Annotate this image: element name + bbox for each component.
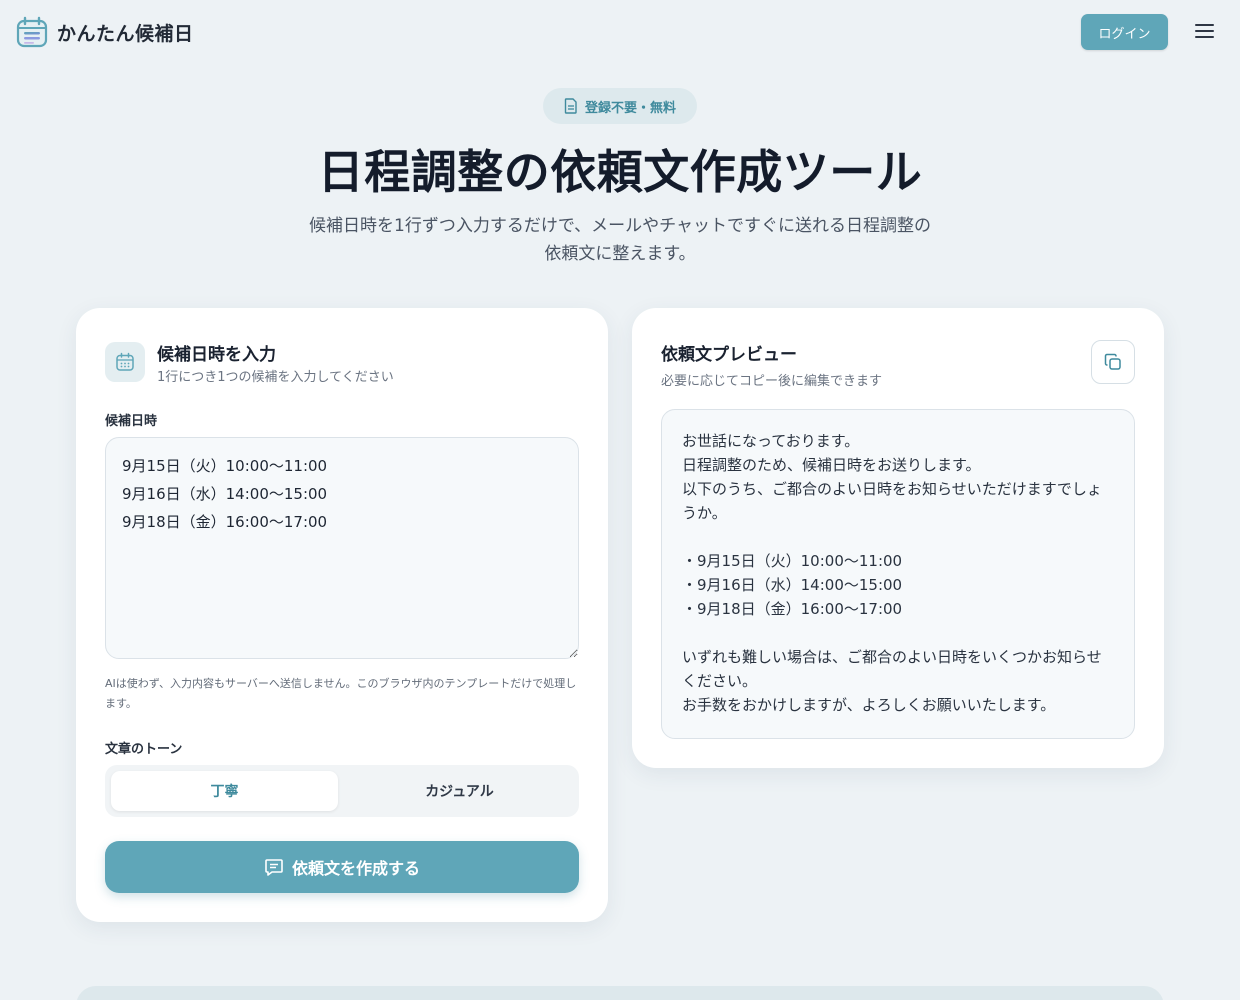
preview-line: 日程調整のため、候補日時をお送りします。 — [682, 456, 981, 474]
bottom-section — [76, 986, 1164, 1000]
privacy-note: AIは使わず、入力内容もサーバーへ送信しません。このブラウザ内のテンプレートだけ… — [105, 677, 577, 710]
header: かんたん候補日 ログイン — [0, 0, 1240, 64]
preview-card-title: 依頼文プレビュー — [661, 345, 797, 365]
preview-line: 以下のうち、ご都合のよい日時をお知らせいただけますでしょうか。 — [682, 480, 1102, 522]
preview-blank-line — [682, 525, 1114, 549]
copy-button[interactable] — [1091, 340, 1135, 384]
preview-line: ・9月15日（火）10:00〜11:00 — [682, 552, 903, 570]
calendar-icon — [16, 16, 48, 48]
tone-option-casual[interactable]: カジュアル — [346, 771, 573, 811]
preview-card: 依頼文プレビュー 必要に応じてコピー後に編集できます お世話になっております。 … — [632, 308, 1164, 768]
badge-label: 登録不要・無料 — [584, 100, 676, 116]
preview-line: ・9月18日（金）16:00〜17:00 — [682, 600, 903, 618]
preview-blank-line — [682, 621, 1114, 645]
message-preview: お世話になっております。 日程調整のため、候補日時をお送りします。 以下のうち、… — [661, 409, 1135, 739]
logo[interactable]: かんたん候補日 — [16, 16, 194, 48]
create-button-label: 依頼文を作成する — [291, 859, 420, 878]
tone-label: 文章のトーン — [105, 742, 183, 757]
candidate-field-label: 候補日時 — [105, 414, 158, 429]
preview-line: ・9月16日（水）14:00〜15:00 — [682, 576, 903, 594]
create-message-button[interactable]: 依頼文を作成する — [105, 841, 579, 893]
subtitle-line-1: 候補日時を1行ずつ入力するだけで、メールやチャットですぐに送れる日程調整の — [309, 216, 931, 236]
tone-toggle: 丁寧 カジュアル — [105, 765, 579, 817]
preview-card-subtitle: 必要に応じてコピー後に編集できます — [661, 374, 883, 389]
input-card-subtitle: 1行につき1つの候補を入力してください — [157, 370, 394, 385]
message-icon — [265, 859, 283, 876]
preview-line: お世話になっております。 — [682, 432, 860, 450]
copy-icon — [1104, 353, 1121, 370]
candidate-dates-textarea[interactable]: 9月15日（火）10:00〜11:00 9月16日（水）14:00〜15:00 … — [105, 437, 579, 659]
document-icon — [564, 98, 577, 114]
page-subtitle: 候補日時を1行ずつ入力するだけで、メールやチャットですぐに送れる日程調整の 依頼… — [270, 212, 970, 268]
preview-line: いずれも難しい場合は、ご都合のよい日時をいくつかお知らせください。 — [682, 648, 1102, 690]
preview-line: お手数をおかけしますが、よろしくお願いいたします。 — [682, 696, 1056, 714]
subtitle-line-2: 依頼文に整えます。 — [544, 244, 696, 264]
logo-text: かんたん候補日 — [57, 22, 194, 45]
login-button[interactable]: ログイン — [1081, 14, 1168, 50]
tone-option-polite[interactable]: 丁寧 — [111, 771, 338, 811]
calendar-icon — [116, 352, 134, 371]
input-card: 候補日時を入力 1行につき1つの候補を入力してください 候補日時 9月15日（火… — [76, 308, 608, 922]
input-card-icon-box — [105, 342, 145, 382]
page-title: 日程調整の依頼文作成ツール — [317, 145, 923, 199]
free-badge: 登録不要・無料 — [543, 88, 697, 124]
input-card-title: 候補日時を入力 — [157, 345, 276, 365]
hamburger-menu-icon[interactable] — [1192, 20, 1216, 44]
